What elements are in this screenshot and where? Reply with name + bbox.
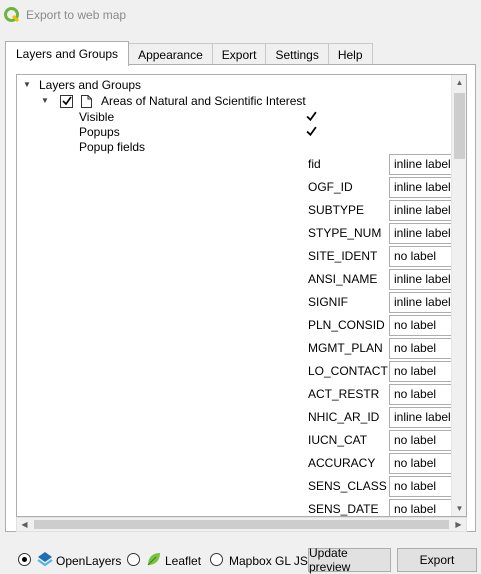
layer-file-icon [81,94,92,108]
tree-row-visible: Visible [79,110,389,124]
popup-field-label-select[interactable]: inline label [389,269,455,290]
collapse-arrow-icon[interactable]: ▼ [41,97,49,105]
tree-row-popup-fields: Popup fields [79,140,145,154]
leaflet-label[interactable]: Leaflet [165,554,201,568]
popup-field-name: fid [308,157,321,171]
popup-field-label-select[interactable]: no label [389,430,455,451]
popup-field-label-select[interactable]: no label [389,476,455,497]
scroll-left-arrow-icon[interactable]: ◀ [17,518,32,531]
popup-field-label-select[interactable]: inline label [389,177,455,198]
leaflet-logo-icon [147,553,160,566]
popup-field-name: PLN_CONSID [308,318,385,332]
scroll-right-arrow-icon[interactable]: ▶ [451,518,466,531]
openlayers-radio[interactable] [18,553,31,566]
vertical-scrollbar[interactable]: ▲ ▼ [451,75,466,516]
checkmark-icon [306,126,317,137]
tree-row-root[interactable]: ▼ Layers and Groups [23,78,141,92]
checkmark-icon [306,111,317,122]
tab-export[interactable]: Export [211,43,267,65]
scroll-up-arrow-icon[interactable]: ▲ [452,75,466,90]
popup-field-label-select[interactable]: no label [389,315,455,336]
layer-checkbox[interactable] [60,94,73,108]
openlayers-logo-icon [37,552,53,567]
popup-field-name: STYPE_NUM [308,226,382,240]
popup-fields-label: Popup fields [79,140,146,154]
openlayers-label[interactable]: OpenLayers [56,554,121,568]
popup-field-label-select[interactable]: no label [389,246,455,267]
popup-field-name: ACT_RESTR [308,387,380,401]
qgis-logo-icon [4,7,20,23]
popup-field-name: MGMT_PLAN [308,341,383,355]
popup-field-label-select[interactable]: no label [389,499,455,516]
horizontal-scroll-thumb[interactable] [34,520,449,529]
popup-field-label-select[interactable]: no label [389,338,455,359]
visible-checkbox[interactable] [306,111,317,122]
popups-checkbox[interactable] [306,126,317,137]
collapse-arrow-icon[interactable]: ▼ [23,81,31,89]
update-preview-button[interactable]: Update preview [308,546,391,574]
tab-appearance[interactable]: Appearance [128,43,213,65]
mapbox-radio[interactable] [210,553,223,566]
popup-field-name: SITE_IDENT [308,249,378,263]
leaflet-radio[interactable] [127,553,140,566]
layers-tree[interactable]: ▼ Layers and Groups ▼ Areas of Natural a… [16,74,467,517]
tab-settings[interactable]: Settings [265,43,329,65]
popup-field-label-select[interactable]: inline label [389,223,455,244]
popup-field-name: LO_CONTACT [308,364,388,378]
popups-label: Popups [79,125,120,139]
tab-help[interactable]: Help [327,43,373,65]
popup-field-name: SIGNIF [308,295,349,309]
popup-field-label-select[interactable]: no label [389,361,455,382]
window-title: Export to web map [26,8,127,22]
tree-row-layer[interactable]: ▼ Areas of Natural and Scientific Intere… [41,94,306,108]
checkmark-icon [61,96,72,106]
popup-field-name: NHIC_AR_ID [308,410,380,424]
popup-field-name: OGF_ID [308,180,353,194]
tab-layers-and-groups[interactable]: Layers and Groups [5,41,130,66]
layer-label: Areas of Natural and Scientific Interest [101,94,306,108]
popup-field-name: IUCN_CAT [308,433,368,447]
bottom-bar: OpenLayers Leaflet Mapbox GL JS Update p… [0,546,481,574]
popup-field-label-select[interactable]: no label [389,384,455,405]
tree-root-label: Layers and Groups [39,78,142,92]
popup-field-name: SENS_DATE [308,502,379,516]
popup-field-name: SENS_CLASS [308,479,387,493]
export-button[interactable]: Export [397,548,477,572]
tree-row-popups: Popups [79,125,120,139]
title-bar: Export to web map [0,0,481,30]
tab-bar: Layers and Groups Appearance Export Sett… [5,41,373,66]
popup-field-label-select[interactable]: inline label [389,154,455,175]
popup-field-label-select[interactable]: inline label [389,407,455,428]
scroll-down-arrow-icon[interactable]: ▼ [452,501,466,516]
vertical-scroll-thumb[interactable] [454,93,465,159]
popup-field-name: ANSI_NAME [308,272,378,286]
popup-field-label-select[interactable]: no label [389,453,455,474]
popup-field-name: ACCURACY [308,456,376,470]
horizontal-scrollbar[interactable]: ◀ ▶ [16,517,467,532]
mapbox-label[interactable]: Mapbox GL JS [229,554,308,568]
visible-label: Visible [79,110,115,124]
popup-field-label-select[interactable]: inline label [389,292,455,313]
popup-field-label-select[interactable]: inline label [389,200,455,221]
popup-field-name: SUBTYPE [308,203,365,217]
